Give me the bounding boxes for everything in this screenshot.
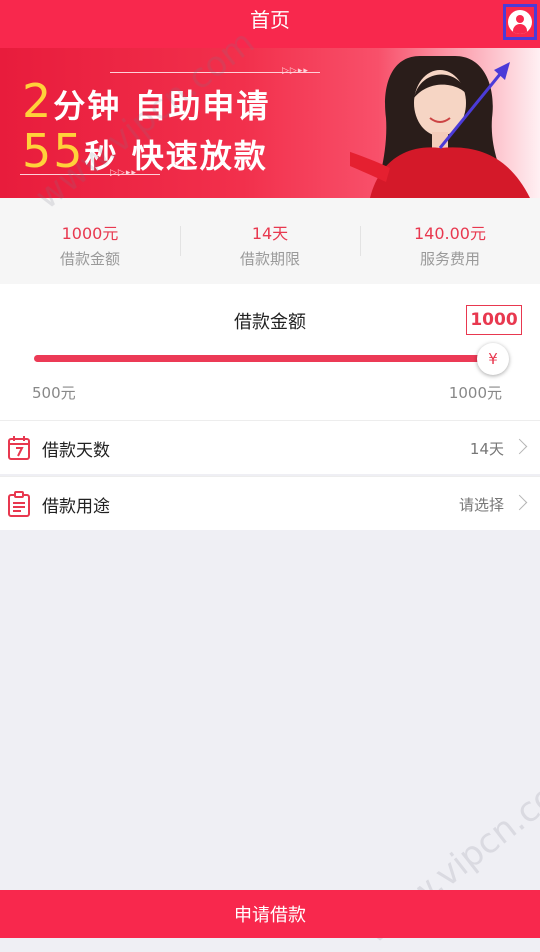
loan-purpose-row[interactable]: 借款用途 请选择 xyxy=(0,476,540,530)
chevron-right-icon xyxy=(511,494,528,511)
amount-slider-thumb[interactable]: ¥ xyxy=(477,343,509,375)
summary-term-label: 借款期限 xyxy=(239,250,300,268)
chevron-right-icon xyxy=(511,438,528,455)
banner-arrows-bottom: ▷▷▸▸ xyxy=(110,168,137,178)
banner-number-2: 55 xyxy=(22,124,85,178)
amount-value-display: 1000 xyxy=(466,305,522,335)
summary-term: 14天 借款期限 xyxy=(180,198,360,284)
promo-banner[interactable]: ▷▷▸▸ 2分钟 自助申请 55秒 快速放款 ▷▷▸▸ xyxy=(0,48,540,198)
amount-max-label: 1000元 xyxy=(448,384,502,402)
apply-loan-button[interactable]: 申请借款 xyxy=(0,890,540,938)
banner-number-1: 2 xyxy=(22,74,54,128)
loan-purpose-label: 借款用途 xyxy=(42,497,110,517)
loan-days-row[interactable]: 借款天数 14天 xyxy=(0,420,540,474)
loan-summary: 1000元 借款金额 14天 借款期限 140.00元 服务费用 xyxy=(0,198,540,284)
loan-purpose-value: 请选择 xyxy=(458,496,504,514)
amount-heading: 借款金额 xyxy=(234,312,306,333)
amount-slider-fill xyxy=(34,355,494,362)
banner-arrows-top: ▷▷▸▸ xyxy=(282,66,309,76)
user-avatar-icon xyxy=(508,10,532,34)
profile-button[interactable] xyxy=(503,4,537,40)
amount-min-label: 500元 xyxy=(32,384,76,402)
banner-headline-1: 2分钟 自助申请 xyxy=(22,74,270,128)
loan-days-value: 14天 xyxy=(469,440,504,458)
amount-slider-track[interactable] xyxy=(34,355,494,362)
summary-amount: 1000元 借款金额 xyxy=(0,198,180,284)
banner-decor-line-bottom xyxy=(20,174,160,175)
calendar-icon xyxy=(8,436,30,460)
amount-card: 借款金额 1000 ¥ 500元 1000元 xyxy=(0,284,540,420)
summary-amount-label: 借款金额 xyxy=(59,250,120,268)
summary-fee-label: 服务费用 xyxy=(419,250,480,268)
summary-fee: 140.00元 服务费用 xyxy=(360,198,540,284)
top-nav-bar: 首页 xyxy=(0,0,540,48)
banner-woman-image xyxy=(350,56,530,198)
clipboard-icon xyxy=(8,491,30,517)
loan-days-label: 借款天数 xyxy=(42,441,110,461)
summary-fee-value: 140.00元 xyxy=(414,224,486,243)
banner-text-1: 分钟 自助申请 xyxy=(53,87,271,125)
summary-term-value: 14天 xyxy=(251,224,289,243)
summary-amount-value: 1000元 xyxy=(61,224,119,243)
banner-headline-2: 55秒 快速放款 xyxy=(22,124,268,178)
page-title: 首页 xyxy=(250,8,290,32)
